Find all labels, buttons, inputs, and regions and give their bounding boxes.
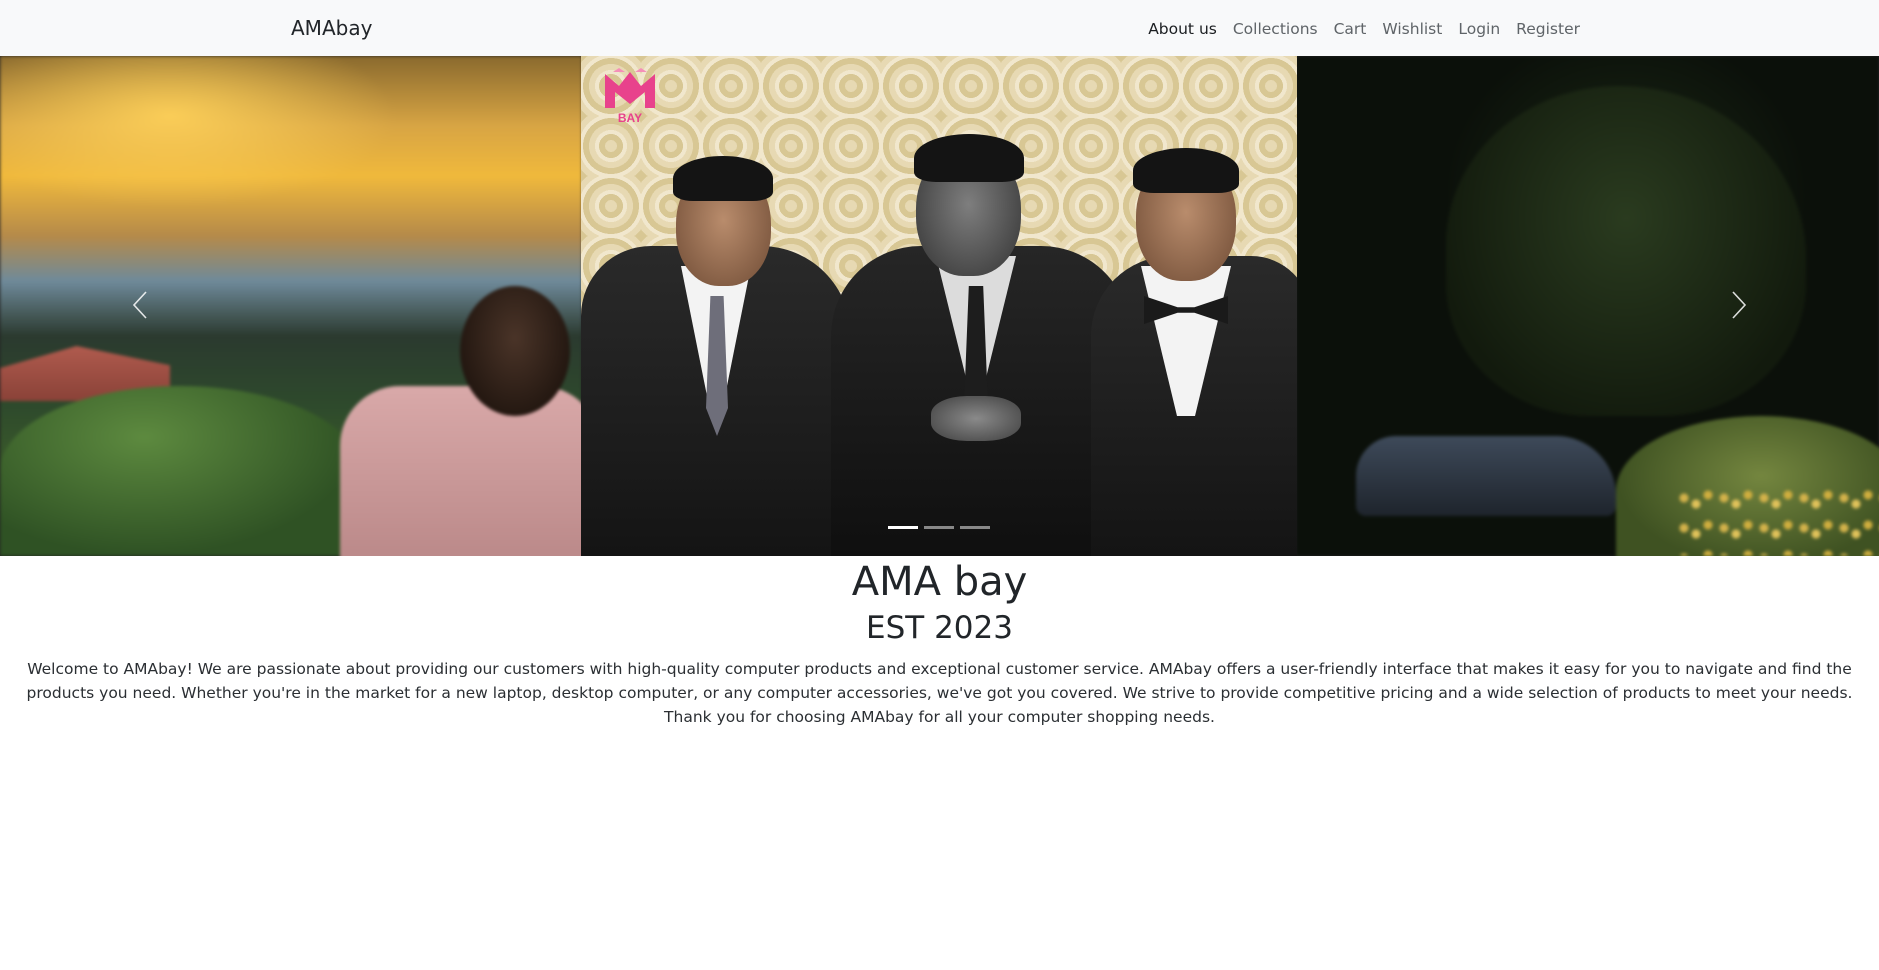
- navbar: AMAbay About us Collections Cart Wishlis…: [0, 0, 1879, 56]
- carousel-indicator-2[interactable]: [924, 526, 954, 529]
- nav-link-login[interactable]: Login: [1458, 18, 1500, 40]
- page-title: AMA bay: [851, 559, 1028, 605]
- nav-link-cart[interactable]: Cart: [1334, 18, 1367, 40]
- nav-link-wishlist[interactable]: Wishlist: [1382, 18, 1442, 40]
- carousel-blurred-background-left: [0, 56, 600, 556]
- about-description: Welcome to AMAbay! We are passionate abo…: [26, 660, 1853, 726]
- carousel-blurred-background-right: [1296, 56, 1879, 556]
- amabay-logo: BAY: [605, 68, 655, 125]
- nav-link-collections[interactable]: Collections: [1233, 18, 1318, 40]
- carousel-indicator-1[interactable]: [888, 526, 918, 529]
- carousel-indicators: [888, 526, 990, 529]
- brand-link[interactable]: AMAbay: [291, 16, 372, 40]
- page-subtitle: EST 2023: [866, 610, 1013, 646]
- carousel-next-icon[interactable]: [1725, 288, 1751, 322]
- nav-link-about-us[interactable]: About us: [1148, 18, 1217, 40]
- hero-carousel: BAY: [0, 56, 1879, 556]
- nav-link-register[interactable]: Register: [1516, 18, 1580, 40]
- carousel-slide-image: BAY: [581, 56, 1297, 556]
- carousel-prev-icon[interactable]: [128, 288, 154, 322]
- carousel-indicator-3[interactable]: [960, 526, 990, 529]
- svg-text:BAY: BAY: [618, 111, 642, 125]
- nav-links: About us Collections Cart Wishlist Login…: [1148, 18, 1580, 40]
